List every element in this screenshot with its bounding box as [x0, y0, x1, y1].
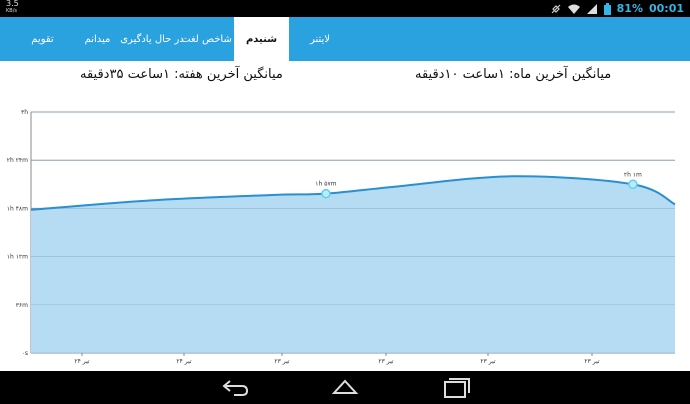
tab-calendar[interactable]: تقویم: [15, 17, 70, 61]
tab-bar: لایتنر شنیدم شاخص لغت در حال یادگیری مید…: [0, 17, 690, 61]
signal-icon: [586, 3, 597, 14]
tab-known[interactable]: میدانم: [70, 17, 125, 61]
x-tick-label: ۲۳ تیر: [584, 358, 599, 365]
tab-leitner[interactable]: لایتنر: [290, 17, 350, 61]
alarm-off-icon: [551, 4, 561, 13]
y-tick-label: ۳h: [21, 109, 28, 116]
data-point: [321, 188, 331, 199]
x-tick-label: ۲۳ تیر: [274, 358, 289, 365]
wifi-icon: [567, 4, 580, 14]
battery-icon: [603, 2, 611, 15]
network-speed-value: 3.5: [6, 0, 19, 8]
y-tick-label: ۱h ۱۲m: [7, 254, 28, 261]
data-point: [628, 179, 638, 190]
x-tick-label: ۲۴ تیر: [74, 358, 89, 365]
network-speed: 3.5 KB/s: [6, 0, 19, 14]
data-label: ۲h ۱m: [624, 171, 642, 178]
battery-percent: 81%: [616, 2, 643, 15]
navigation-bar: [0, 371, 690, 404]
status-bar: 3.5 KB/s 81% 00:01: [0, 0, 690, 17]
home-icon[interactable]: [330, 375, 360, 399]
y-tick-label: ۰s: [22, 350, 28, 357]
x-tick-label: ۲۳ تیر: [378, 358, 393, 365]
y-tick-label: ۱h ۴۸m: [7, 205, 28, 212]
recent-apps-icon[interactable]: [441, 375, 471, 399]
y-tick-label: ۲h ۲۴m: [7, 157, 28, 164]
back-icon[interactable]: [220, 375, 250, 399]
x-tick-label: ۲۴ تیر: [176, 358, 191, 365]
tab-heard[interactable]: شنیدم: [234, 17, 289, 61]
clock: 00:01: [648, 2, 684, 15]
x-tick-label: ۲۳ تیر: [480, 358, 495, 365]
y-tick-label: ۳۶m: [16, 302, 28, 309]
data-label: ۱h ۵۷m: [315, 181, 336, 188]
status-icons: 81% 00:01: [550, 0, 684, 17]
time-chart: ۳h ۲h ۲۴m ۱h ۴۸m ۱h ۱۲m ۳۶m ۰s ۱h ۵۷m ۲h ۱m ۲۴ ت…: [7, 109, 676, 365]
content-area: میانگین آخرین ماه: ۱ساعت ۱۰دقیقه میانگین…: [0, 61, 690, 371]
tab-word-index[interactable]: شاخص لغت: [179, 17, 234, 61]
network-speed-unit: KB/s: [6, 8, 17, 14]
tab-learning[interactable]: در حال یادگیری: [120, 17, 184, 61]
